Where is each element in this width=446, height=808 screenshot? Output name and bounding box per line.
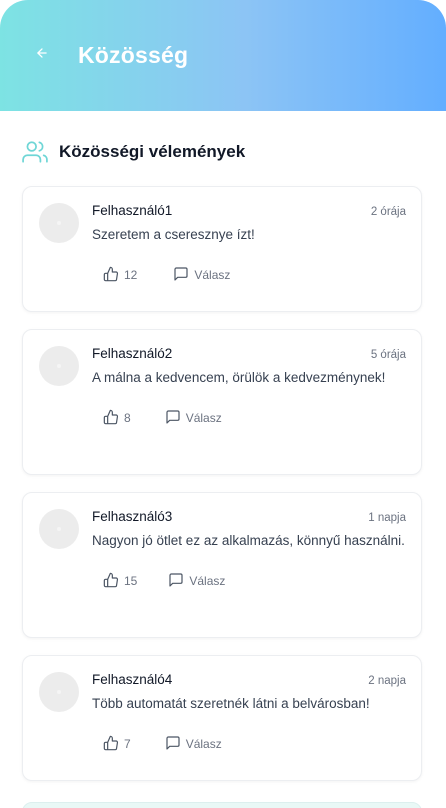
- thumbs-up-icon: [103, 266, 124, 285]
- like-count: 8: [124, 411, 131, 425]
- comment-time: 2 órája: [370, 206, 406, 218]
- like-count: 15: [124, 574, 138, 588]
- comment-username: Felhasználó4: [92, 672, 173, 687]
- comment-actions: 8 Válasz: [92, 396, 406, 440]
- reply-button[interactable]: Válasz: [168, 572, 225, 591]
- arrow-left-icon: [35, 46, 49, 65]
- reply-label: Válasz: [194, 268, 231, 282]
- users-icon: [22, 139, 48, 165]
- comment-time: 2 napja: [368, 675, 406, 687]
- comment-text: Szeretem a cseresznye ízt!: [92, 227, 255, 242]
- reply-button[interactable]: Válasz: [173, 266, 230, 285]
- message-square-icon: [173, 266, 194, 285]
- like-button[interactable]: 12: [103, 266, 137, 285]
- message-square-icon: [165, 409, 186, 428]
- comment-actions: 12 Válasz: [92, 253, 406, 297]
- thumbs-up-icon: [103, 409, 124, 428]
- avatar: [39, 203, 79, 243]
- page-title: Közösség: [78, 42, 189, 68]
- reply-label: Válasz: [189, 574, 226, 588]
- like-count: 12: [124, 268, 138, 282]
- comment-text: A málna a kedvencem, örülök a kedvezmény…: [92, 370, 386, 385]
- message-square-icon: [165, 735, 186, 754]
- comment-actions: 7 Válasz: [92, 722, 406, 766]
- reply-label: Válasz: [185, 411, 222, 425]
- comment-time: 5 órája: [370, 349, 406, 361]
- avatar: [39, 509, 79, 549]
- avatar: [39, 346, 79, 386]
- comment-card: Felhasználó1 2 órája Szeretem a csereszn…: [22, 186, 422, 312]
- like-button[interactable]: 15: [103, 572, 137, 591]
- like-button[interactable]: 8: [103, 409, 131, 428]
- section-header: Közösségi vélemények: [0, 111, 446, 165]
- reply-button[interactable]: Válasz: [165, 409, 222, 428]
- comment-actions: 15 Válasz: [92, 559, 406, 603]
- reply-label: Válasz: [185, 737, 222, 751]
- section-title: Közösségi vélemények: [59, 142, 246, 161]
- comment-username: Felhasználó1: [92, 203, 173, 218]
- next-card-peek: [22, 802, 422, 808]
- thumbs-up-icon: [103, 572, 124, 591]
- comment-time: 1 napja: [368, 512, 406, 524]
- comment-card: Felhasználó4 2 napja Több automatát szer…: [22, 655, 422, 781]
- app-frame: Közösség Közösségi vélemények Felhasznál…: [0, 0, 446, 808]
- comment-text: Nagyon jó ötlet ez az alkalmazás, könnyű…: [92, 533, 405, 548]
- like-count: 7: [124, 737, 131, 751]
- thumbs-up-icon: [103, 735, 124, 754]
- comment-username: Felhasználó2: [92, 346, 173, 361]
- reply-button[interactable]: Válasz: [165, 735, 222, 754]
- back-button[interactable]: [32, 46, 52, 66]
- comment-card: Felhasználó3 1 napja Nagyon jó ötlet ez …: [22, 492, 422, 638]
- comment-card: Felhasználó2 5 órája A málna a kedvencem…: [22, 329, 422, 475]
- header-bar: Közösség: [0, 0, 446, 111]
- comment-username: Felhasználó3: [92, 509, 173, 524]
- comment-list: Felhasználó1 2 órája Szeretem a csereszn…: [0, 165, 446, 781]
- avatar: [39, 672, 79, 712]
- like-button[interactable]: 7: [103, 735, 131, 754]
- comment-text: Több automatát szeretnék látni a belváro…: [92, 696, 370, 711]
- message-square-icon: [168, 572, 189, 591]
